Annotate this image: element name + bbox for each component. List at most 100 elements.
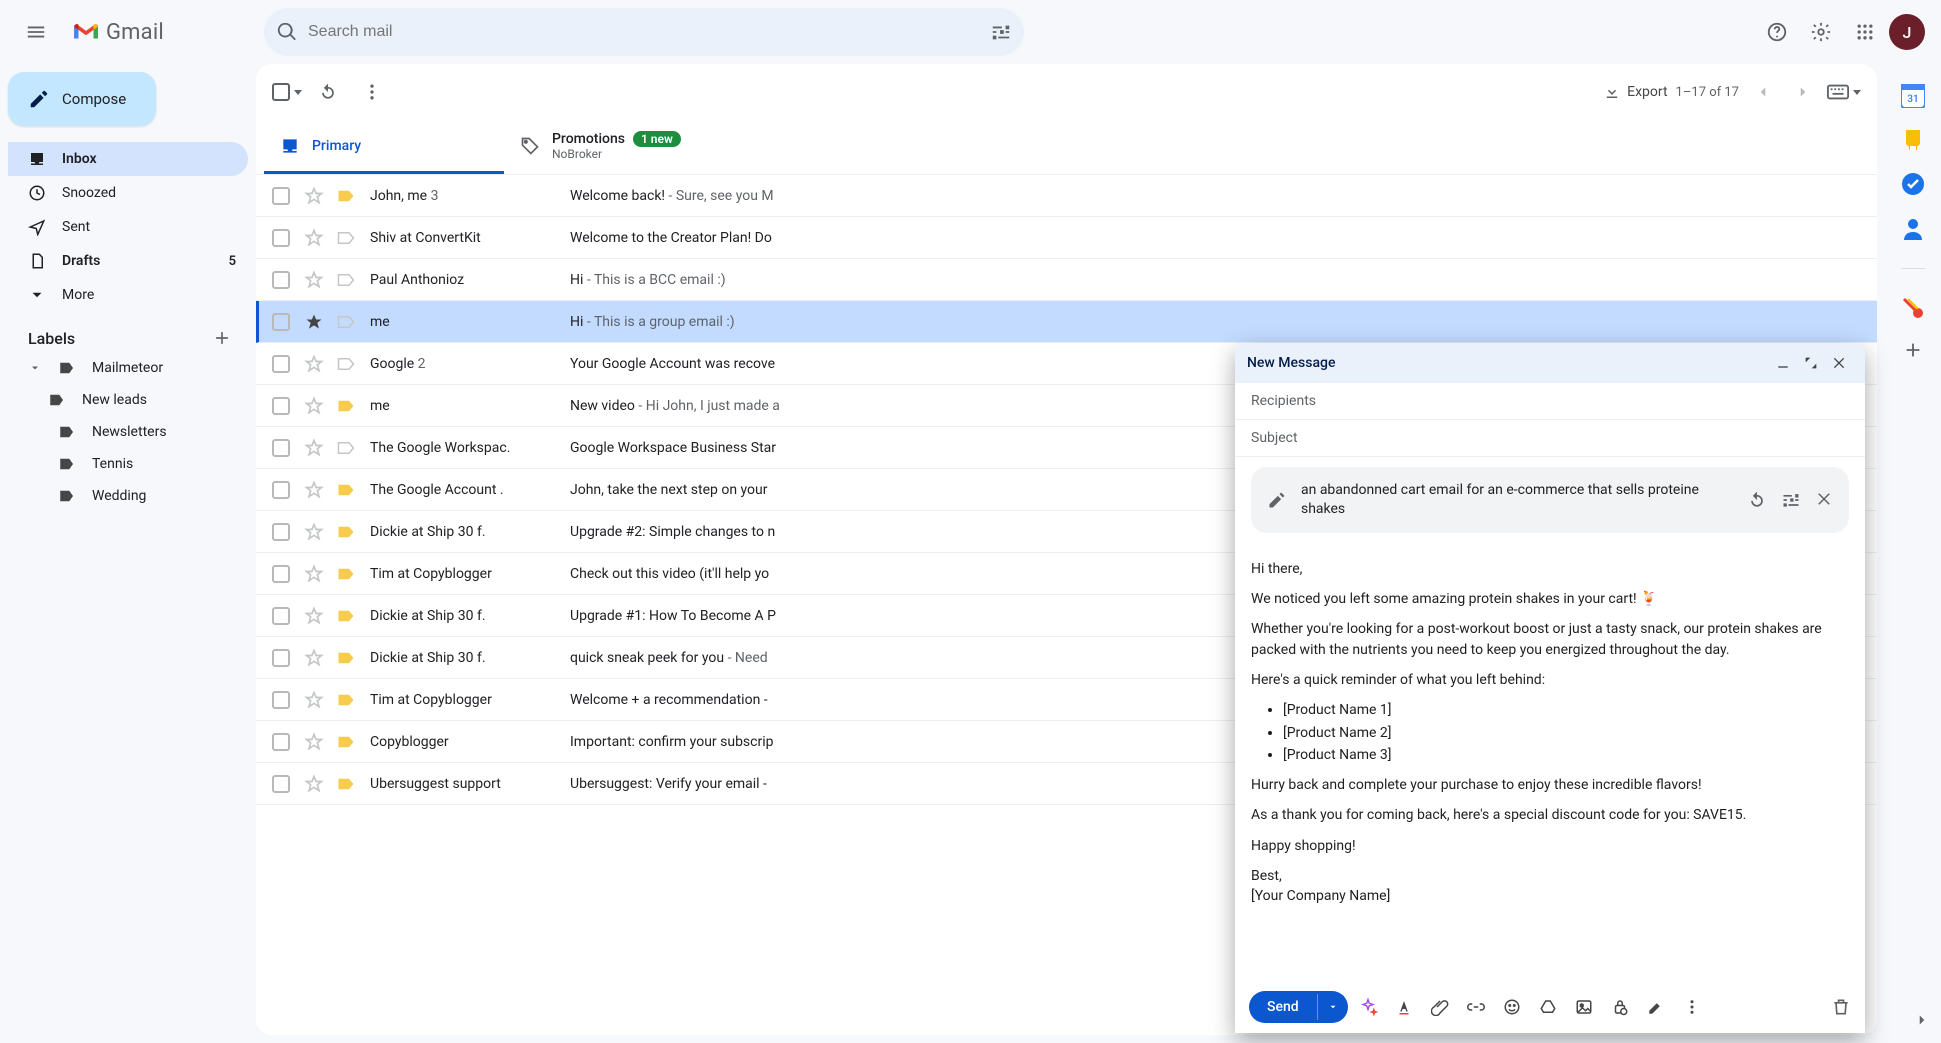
star-button[interactable] xyxy=(304,312,324,332)
row-checkbox[interactable] xyxy=(272,565,290,583)
star-button[interactable] xyxy=(304,648,324,668)
tune-icon[interactable] xyxy=(1781,490,1801,510)
importance-marker[interactable] xyxy=(336,735,356,749)
search-input[interactable] xyxy=(306,22,982,42)
star-button[interactable] xyxy=(304,438,324,458)
importance-marker[interactable] xyxy=(336,231,356,245)
importance-marker[interactable] xyxy=(336,525,356,539)
sidebar-item-snoozed[interactable]: Snoozed xyxy=(8,176,248,210)
row-checkbox[interactable] xyxy=(272,397,290,415)
importance-marker[interactable] xyxy=(336,777,356,791)
mail-row[interactable]: Paul Anthonioz Hi - This is a BCC email … xyxy=(256,259,1877,301)
account-avatar[interactable]: J xyxy=(1889,14,1925,50)
sidebar-item-inbox[interactable]: Inbox xyxy=(8,142,248,176)
input-type-toggle[interactable] xyxy=(1827,84,1861,100)
label-tennis[interactable]: Tennis xyxy=(8,448,248,480)
compose-button[interactable]: Compose xyxy=(8,72,156,126)
sidebar-item-more[interactable]: More xyxy=(8,278,248,312)
mail-row[interactable]: John, me 3 Welcome back! - Sure, see you… xyxy=(256,175,1877,217)
row-checkbox[interactable] xyxy=(272,229,290,247)
more-options-button[interactable] xyxy=(1682,997,1702,1017)
meteor-app[interactable] xyxy=(1902,297,1924,319)
row-checkbox[interactable] xyxy=(272,607,290,625)
row-checkbox[interactable] xyxy=(272,355,290,373)
importance-marker[interactable] xyxy=(336,441,356,455)
star-button[interactable] xyxy=(304,270,324,290)
importance-marker[interactable] xyxy=(336,483,356,497)
add-label-icon[interactable] xyxy=(212,328,232,348)
label-wedding[interactable]: Wedding xyxy=(8,480,248,512)
fullscreen-icon[interactable] xyxy=(1803,355,1819,371)
row-checkbox[interactable] xyxy=(272,439,290,457)
star-button[interactable] xyxy=(304,396,324,416)
main-menu-button[interactable] xyxy=(16,12,56,52)
tab-primary[interactable]: Primary xyxy=(264,120,504,174)
importance-marker[interactable] xyxy=(336,399,356,413)
row-checkbox[interactable] xyxy=(272,523,290,541)
regenerate-icon[interactable] xyxy=(1747,490,1767,510)
discard-draft-button[interactable] xyxy=(1831,997,1851,1017)
gmail-logo[interactable]: Gmail xyxy=(64,20,172,45)
send-button[interactable]: Send xyxy=(1249,991,1348,1023)
image-button[interactable] xyxy=(1574,997,1594,1017)
close-icon[interactable] xyxy=(1815,490,1833,508)
tune-icon[interactable] xyxy=(990,21,1012,43)
tab-promotions[interactable]: Promotions 1 new NoBroker xyxy=(504,120,744,174)
importance-marker[interactable] xyxy=(336,189,356,203)
row-checkbox[interactable] xyxy=(272,733,290,751)
search-bar[interactable] xyxy=(264,8,1024,56)
label-new-leads[interactable]: New leads xyxy=(8,384,248,416)
collapse-sidepanel[interactable] xyxy=(1913,1011,1931,1029)
star-button[interactable] xyxy=(304,690,324,710)
star-button[interactable] xyxy=(304,774,324,794)
contacts-app[interactable] xyxy=(1902,216,1924,240)
refresh-button[interactable] xyxy=(310,74,346,110)
attach-button[interactable] xyxy=(1430,997,1450,1017)
star-button[interactable] xyxy=(304,564,324,584)
sidebar-item-drafts[interactable]: Drafts 5 xyxy=(8,244,248,278)
compose-header[interactable]: New Message xyxy=(1235,343,1865,383)
more-button[interactable] xyxy=(354,74,390,110)
compose-body[interactable]: Hi there, We noticed you left some amazi… xyxy=(1235,543,1865,981)
subject-field[interactable]: Subject xyxy=(1235,420,1865,457)
row-checkbox[interactable] xyxy=(272,481,290,499)
pager-prev[interactable] xyxy=(1747,76,1779,108)
row-checkbox[interactable] xyxy=(272,691,290,709)
row-checkbox[interactable] xyxy=(272,649,290,667)
importance-marker[interactable] xyxy=(336,651,356,665)
star-button[interactable] xyxy=(304,522,324,542)
select-all[interactable] xyxy=(272,83,302,101)
format-text-button[interactable] xyxy=(1394,997,1414,1017)
row-checkbox[interactable] xyxy=(272,271,290,289)
add-addon[interactable] xyxy=(1902,339,1924,361)
label-newsletters[interactable]: Newsletters xyxy=(8,416,248,448)
row-checkbox[interactable] xyxy=(272,775,290,793)
confidential-button[interactable] xyxy=(1610,997,1630,1017)
importance-marker[interactable] xyxy=(336,567,356,581)
link-button[interactable] xyxy=(1466,997,1486,1017)
importance-marker[interactable] xyxy=(336,693,356,707)
apps-button[interactable] xyxy=(1845,12,1885,52)
importance-marker[interactable] xyxy=(336,357,356,371)
star-button[interactable] xyxy=(304,732,324,752)
importance-marker[interactable] xyxy=(336,609,356,623)
send-more[interactable] xyxy=(1317,994,1348,1020)
close-icon[interactable] xyxy=(1831,355,1847,371)
support-button[interactable] xyxy=(1757,12,1797,52)
label-mailmeteor[interactable]: Mailmeteor xyxy=(8,352,248,384)
importance-marker[interactable] xyxy=(336,273,356,287)
drive-button[interactable] xyxy=(1538,997,1558,1017)
minimize-icon[interactable] xyxy=(1775,355,1791,371)
pager-next[interactable] xyxy=(1787,76,1819,108)
recipients-field[interactable]: Recipients xyxy=(1235,383,1865,420)
calendar-app[interactable]: 31 xyxy=(1901,84,1925,108)
importance-marker[interactable] xyxy=(336,315,356,329)
mail-row[interactable]: Shiv at ConvertKit Welcome to the Creato… xyxy=(256,217,1877,259)
row-checkbox[interactable] xyxy=(272,313,290,331)
signature-button[interactable] xyxy=(1646,997,1666,1017)
settings-button[interactable] xyxy=(1801,12,1841,52)
star-button[interactable] xyxy=(304,354,324,374)
keep-app[interactable] xyxy=(1902,128,1924,152)
tasks-app[interactable] xyxy=(1901,172,1925,196)
expand-icon[interactable] xyxy=(28,361,42,375)
